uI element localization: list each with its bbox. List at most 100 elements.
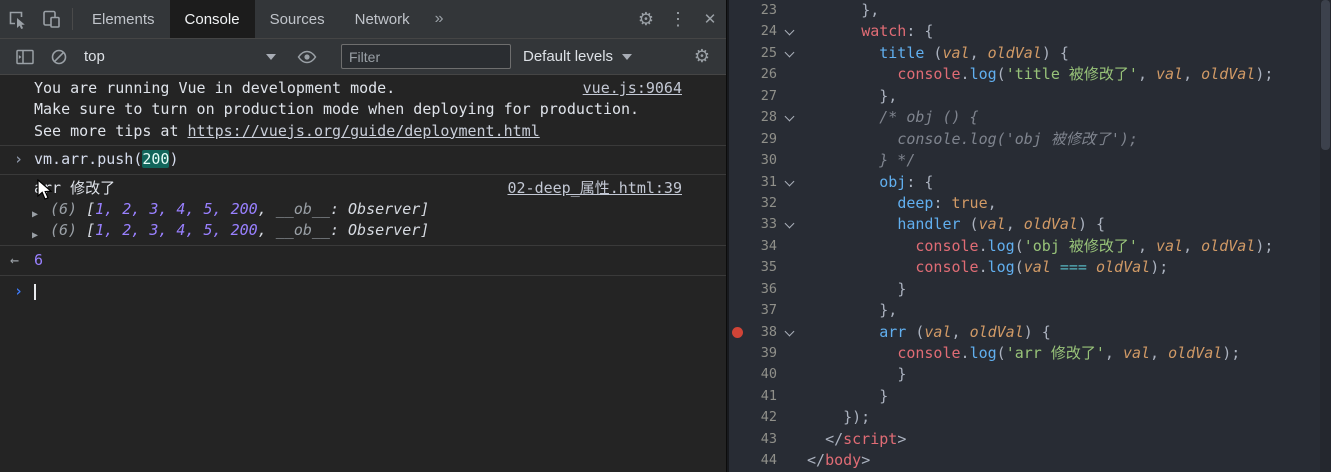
tab-label: Elements	[92, 10, 155, 28]
console-prompt[interactable]: ›	[0, 276, 726, 302]
code-line-39: 39 console.log('arr 修改了', val, oldVal);	[729, 343, 1331, 364]
editor-scrollbar[interactable]	[1320, 0, 1331, 472]
code-text: });	[843, 408, 871, 427]
breakpoint-gutter[interactable]	[729, 150, 745, 171]
breakpoint-gutter[interactable]	[729, 407, 745, 428]
line-number[interactable]: 28	[745, 107, 777, 128]
breakpoint-gutter[interactable]	[729, 236, 745, 257]
line-number[interactable]: 41	[745, 386, 777, 407]
code-text: },	[879, 301, 898, 320]
kebab-menu-icon[interactable]: ⋮	[662, 0, 694, 38]
line-number[interactable]: 42	[745, 407, 777, 428]
breakpoint-gutter[interactable]	[729, 64, 745, 85]
tip-prefix: See more tips at	[34, 121, 188, 140]
command-prefix: vm.arr.push(	[34, 150, 143, 169]
line-number[interactable]: 44	[745, 450, 777, 471]
device-toolbar-icon[interactable]	[34, 0, 68, 38]
line-number[interactable]: 26	[745, 64, 777, 85]
line-number[interactable]: 36	[745, 279, 777, 300]
console-text: You are running Vue in development mode.	[34, 79, 396, 97]
code-lines: 23 }, 24 watch: {25 title (val, oldVal) {…	[729, 0, 1331, 472]
fold-gutter	[777, 300, 801, 321]
breakpoint-gutter[interactable]	[729, 300, 745, 321]
tab-network[interactable]: Network	[340, 0, 425, 38]
fold-chevron-icon[interactable]	[777, 214, 801, 235]
breakpoint-gutter[interactable]	[729, 343, 745, 364]
live-expression-eye-icon[interactable]	[290, 50, 324, 64]
console-sidebar-toggle-icon[interactable]	[8, 48, 42, 66]
code-text: },	[861, 1, 880, 19]
tab-elements[interactable]: Elements	[77, 0, 170, 38]
line-number[interactable]: 23	[745, 0, 777, 21]
line-number[interactable]: 29	[745, 129, 777, 150]
line-number[interactable]: 34	[745, 236, 777, 257]
line-number[interactable]: 38	[745, 322, 777, 343]
fold-gutter	[777, 343, 801, 364]
fold-chevron-icon[interactable]	[777, 107, 801, 128]
devtools-tabbar: Elements Console Sources Network » ⚙ ⋮ ✕	[0, 0, 726, 39]
console-settings-gear-icon[interactable]: ⚙	[686, 46, 718, 67]
console-message-vue-dev-mode: You are running Vue in development mode.…	[0, 75, 726, 147]
code-text: console.log(val === oldVal);	[915, 258, 1169, 277]
expand-triangle-icon[interactable]: ▶	[32, 225, 38, 246]
inspect-element-icon[interactable]	[0, 0, 34, 38]
breakpoint-gutter[interactable]	[729, 193, 745, 214]
close-devtools-icon[interactable]: ✕	[694, 0, 726, 38]
line-number[interactable]: 32	[745, 193, 777, 214]
line-number[interactable]: 43	[745, 429, 777, 450]
scrollbar-thumb[interactable]	[1321, 0, 1330, 150]
line-number[interactable]: 27	[745, 86, 777, 107]
breakpoint-gutter[interactable]	[729, 429, 745, 450]
code-line-35: 35 console.log(val === oldVal);	[729, 257, 1331, 278]
log-levels-dropdown[interactable]: Default levels	[523, 48, 633, 65]
breakpoint-gutter[interactable]	[729, 129, 745, 150]
settings-gear-icon[interactable]: ⚙	[630, 0, 662, 38]
clear-console-icon[interactable]	[42, 48, 76, 66]
console-line: You are running Vue in development mode.…	[0, 78, 726, 99]
console-result: ← 6	[0, 246, 726, 277]
breakpoint-gutter[interactable]	[729, 279, 745, 300]
source-link[interactable]: vue.js:9064	[583, 78, 682, 99]
breakpoint-gutter[interactable]	[729, 172, 745, 193]
fold-chevron-icon[interactable]	[777, 43, 801, 64]
code-line-41: 41 }	[729, 386, 1331, 407]
breakpoint-gutter[interactable]	[729, 0, 745, 21]
source-link[interactable]: 02-deep_属性.html:39	[508, 178, 683, 199]
frame-context-selector[interactable]: top	[84, 48, 276, 65]
deployment-guide-link[interactable]: https://vuejs.org/guide/deployment.html	[188, 122, 540, 140]
line-number[interactable]: 24	[745, 21, 777, 42]
breakpoint-gutter[interactable]	[729, 364, 745, 385]
breakpoint-dot[interactable]	[729, 322, 745, 343]
line-number[interactable]: 39	[745, 343, 777, 364]
fold-chevron-icon[interactable]	[777, 21, 801, 42]
breakpoint-gutter[interactable]	[729, 450, 745, 471]
line-number[interactable]: 25	[745, 43, 777, 64]
code-line-23: 23 },	[729, 0, 1331, 21]
line-number[interactable]: 33	[745, 214, 777, 235]
code-line-32: 32 deep: true,	[729, 193, 1331, 214]
line-number[interactable]: 31	[745, 172, 777, 193]
code-line-33: 33 handler (val, oldVal) {	[729, 214, 1331, 235]
prompt-chevron-icon: ›	[14, 282, 24, 301]
line-number[interactable]: 37	[745, 300, 777, 321]
code-text: }	[897, 365, 907, 384]
breakpoint-gutter[interactable]	[729, 214, 745, 235]
code-line-36: 36 }	[729, 279, 1331, 300]
tab-console[interactable]: Console	[169, 0, 255, 38]
filter-input[interactable]	[341, 44, 511, 69]
breakpoint-gutter[interactable]	[729, 386, 745, 407]
line-number[interactable]: 30	[745, 150, 777, 171]
fold-chevron-icon[interactable]	[777, 172, 801, 193]
line-number[interactable]: 35	[745, 257, 777, 278]
line-number[interactable]: 40	[745, 364, 777, 385]
tab-sources[interactable]: Sources	[255, 0, 340, 38]
breakpoint-gutter[interactable]	[729, 86, 745, 107]
breakpoint-gutter[interactable]	[729, 107, 745, 128]
breakpoint-gutter[interactable]	[729, 43, 745, 64]
code-line-25: 25 title (val, oldVal) {	[729, 43, 1331, 64]
fold-chevron-icon[interactable]	[777, 322, 801, 343]
breakpoint-gutter[interactable]	[729, 21, 745, 42]
more-tabs-chevron-icon[interactable]: »	[425, 0, 454, 38]
code-line-24: 24 watch: {	[729, 21, 1331, 42]
breakpoint-gutter[interactable]	[729, 257, 745, 278]
